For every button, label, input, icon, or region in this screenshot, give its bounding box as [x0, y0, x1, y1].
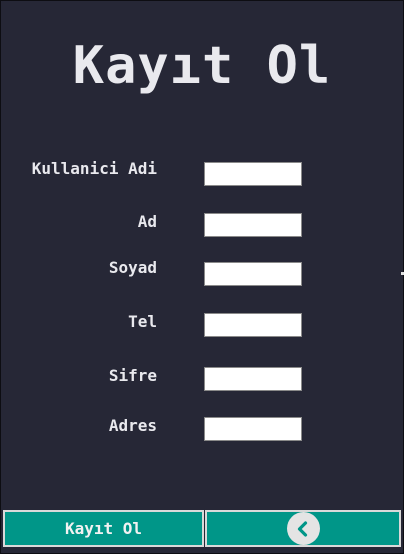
password-label: Sifre: [108, 366, 157, 385]
chevron-left-icon: [286, 512, 320, 545]
address-input[interactable]: [204, 417, 302, 441]
username-label: Kullanici Adi: [31, 159, 157, 178]
register-button[interactable]: Kayıt Ol: [3, 510, 204, 547]
surname-label: Soyad: [108, 258, 157, 277]
username-input[interactable]: [204, 162, 302, 186]
phone-input[interactable]: [204, 313, 302, 337]
surname-input[interactable]: [204, 262, 302, 286]
address-label: Adres: [108, 416, 157, 435]
register-button-label: Kayıt Ol: [64, 519, 143, 538]
name-label: Ad: [137, 212, 157, 231]
password-input[interactable]: [204, 367, 302, 391]
page-title: Kayıt Ol: [72, 36, 332, 96]
back-button[interactable]: [205, 510, 401, 547]
name-input[interactable]: [204, 213, 302, 237]
phone-label: Tel: [128, 312, 157, 331]
